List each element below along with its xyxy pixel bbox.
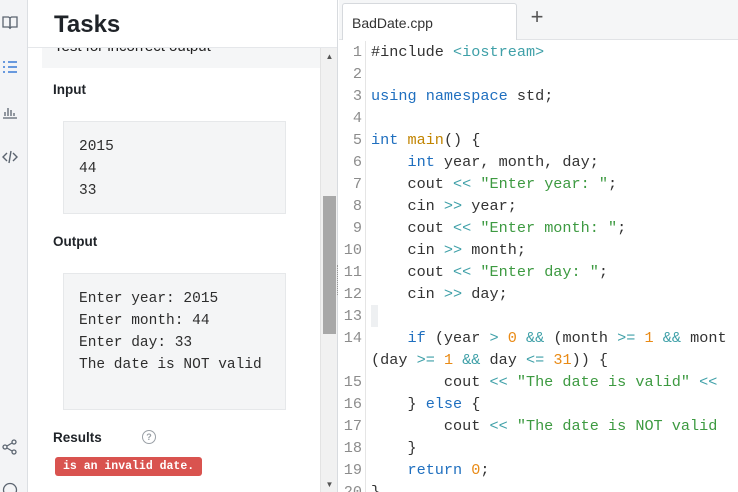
line-number: 3 bbox=[352, 87, 362, 105]
share-icon[interactable] bbox=[0, 437, 20, 457]
tasks-panel: Test for incorrect output Tasks Input 20… bbox=[28, 0, 338, 492]
line-number: 8 bbox=[352, 197, 362, 215]
help-circle-icon[interactable] bbox=[0, 480, 20, 492]
code-area[interactable]: 1 2 3 4 5 6 7 8 9 10 11 12 13 14 15 16 1… bbox=[339, 41, 738, 492]
tab-baddate[interactable]: BadDate.cpp bbox=[342, 3, 517, 40]
line-number: 19 bbox=[343, 461, 362, 479]
line-number: 7 bbox=[352, 175, 362, 193]
help-icon[interactable]: ? bbox=[142, 430, 156, 444]
code-line-wrap: (day >= 1 && day <= 31)) { bbox=[371, 351, 609, 369]
results-label: Results bbox=[53, 430, 102, 445]
code-line: cout << "Enter day: "; bbox=[371, 263, 608, 281]
tasks-header: Tasks bbox=[28, 0, 337, 48]
code-line: int year, month, day; bbox=[407, 153, 599, 171]
code-line: return 0; bbox=[407, 461, 490, 479]
line-number: 12 bbox=[343, 285, 362, 303]
tab-bar: BadDate.cpp + bbox=[339, 0, 738, 40]
code-line: if (year > 0 && (month >= 1 && mont bbox=[407, 329, 727, 347]
input-label: Input bbox=[53, 82, 86, 97]
line-number: 4 bbox=[352, 109, 362, 127]
tasks-scroll-area bbox=[42, 48, 334, 492]
code-line: cout << "Enter year: "; bbox=[371, 175, 618, 193]
code-line: cout << "Enter month: "; bbox=[371, 219, 627, 237]
code-line: int main() { bbox=[371, 131, 481, 149]
chart-icon[interactable] bbox=[0, 102, 20, 122]
code-line: cin >> year; bbox=[371, 197, 517, 215]
code-line: using namespace std; bbox=[371, 87, 554, 105]
code-icon[interactable] bbox=[0, 147, 20, 167]
input-box: 2015 44 33 bbox=[63, 121, 286, 214]
scroll-down-icon[interactable]: ▼ bbox=[321, 476, 338, 492]
line-number: 1 bbox=[352, 43, 362, 61]
code-line: cout << "The date is valid" << bbox=[371, 373, 718, 391]
code-editor: BadDate.cpp + 1 2 3 4 5 6 7 8 9 10 11 12… bbox=[339, 0, 738, 492]
line-number: 20 bbox=[343, 483, 362, 492]
output-box: Enter year: 2015 Enter month: 44 Enter d… bbox=[63, 273, 286, 410]
code-line: #include <iostream> bbox=[371, 43, 545, 61]
code-line: cin >> day; bbox=[371, 285, 508, 303]
line-number: 11 bbox=[343, 263, 362, 281]
list-icon[interactable] bbox=[0, 57, 20, 77]
add-tab-button[interactable]: + bbox=[526, 6, 548, 28]
page-title: Tasks bbox=[54, 11, 121, 38]
line-gutter: 1 2 3 4 5 6 7 8 9 10 11 12 13 14 15 16 1… bbox=[339, 41, 366, 492]
line-number: 17 bbox=[343, 417, 362, 435]
code-line: cin >> month; bbox=[371, 241, 526, 259]
tasks-scrollbar[interactable]: ▲ ▼ bbox=[320, 48, 337, 492]
code-line: } bbox=[371, 483, 381, 492]
cursor-line bbox=[371, 305, 378, 327]
line-number: 2 bbox=[352, 65, 362, 83]
output-label: Output bbox=[53, 234, 98, 249]
line-number: 16 bbox=[343, 395, 362, 413]
line-number: 5 bbox=[352, 131, 362, 149]
line-number: 15 bbox=[343, 373, 362, 391]
left-rail bbox=[0, 0, 28, 492]
scroll-thumb[interactable] bbox=[323, 196, 336, 334]
line-number: 9 bbox=[352, 219, 362, 237]
tab-label: BadDate.cpp bbox=[352, 15, 433, 31]
code-line: cout << "The date is NOT valid bbox=[371, 417, 718, 435]
code-line: } else { bbox=[371, 395, 481, 413]
result-badge: is an invalid date. bbox=[55, 457, 203, 476]
book-icon[interactable] bbox=[0, 12, 20, 32]
scroll-up-icon[interactable]: ▲ bbox=[321, 48, 338, 64]
line-number: 6 bbox=[352, 153, 362, 171]
line-number: 13 bbox=[343, 307, 362, 325]
line-number: 18 bbox=[343, 439, 362, 457]
line-number: 10 bbox=[343, 241, 362, 259]
line-number: 14 bbox=[343, 329, 362, 347]
code-line: } bbox=[371, 439, 417, 457]
